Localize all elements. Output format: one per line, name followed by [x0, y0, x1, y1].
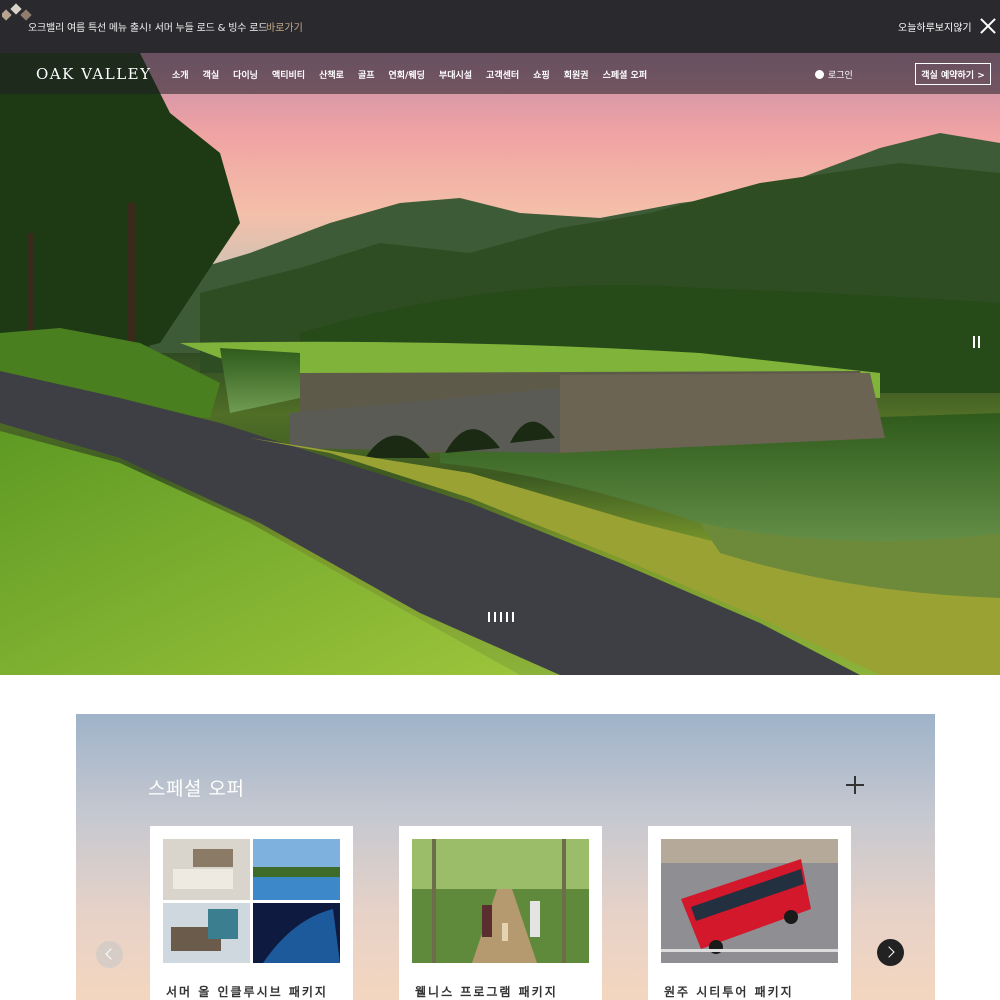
user-icon: [815, 70, 824, 79]
nav-item-dining[interactable]: 다이닝: [233, 68, 258, 81]
notice-message: 오크밸리 여름 특선 메뉴 출시! 서머 누들 로드 & 빙수 로드: [28, 23, 268, 34]
notice-bar: 오크밸리 여름 특선 메뉴 출시! 서머 누들 로드 & 빙수 로드 바로가기 …: [0, 0, 1000, 53]
offer-card-label: 웰니스 프로그램 패키지: [415, 985, 558, 999]
chevron-left-icon[interactable]: [96, 941, 123, 968]
nav-item-intro[interactable]: 소개: [172, 68, 189, 81]
plus-icon[interactable]: [846, 776, 864, 794]
hero-banner: [0, 53, 1000, 675]
close-icon[interactable]: [980, 18, 996, 34]
nav-item-membership[interactable]: 회원권: [564, 68, 589, 81]
section-title: 스페셜 오퍼: [148, 778, 245, 800]
hero-pager[interactable]: [488, 612, 514, 622]
offer-image: [661, 839, 838, 963]
offer-card-label: 서머 올 인클루시브 패키지: [166, 985, 328, 999]
brand-logo[interactable]: OAK VALLEY: [36, 65, 152, 83]
nav-item-facilities[interactable]: 부대시설: [439, 68, 472, 81]
nav-item-activity[interactable]: 액티비티: [272, 68, 305, 81]
pager-dot[interactable]: [512, 612, 514, 622]
nav-item-rooms[interactable]: 객실: [203, 68, 220, 81]
nav-item-special-offer[interactable]: 스페셜 오퍼: [603, 68, 648, 81]
offer-card[interactable]: 서머 올 인클루시브 패키지: [150, 826, 353, 1000]
notice-go-link[interactable]: 바로가기: [266, 19, 303, 34]
offer-image: [412, 839, 589, 963]
hide-today-button[interactable]: 오늘하루보지않기: [898, 19, 972, 34]
page: 오크밸리 여름 특선 메뉴 출시! 서머 누들 로드 & 빙수 로드 바로가기 …: [0, 0, 1000, 1000]
side-indicator-icon[interactable]: [973, 336, 980, 348]
nav-item-trail[interactable]: 산책로: [319, 68, 344, 81]
hero-image: [0, 53, 1000, 675]
nav-menu: 소개 객실 다이닝 액티비티 산책로 골프 연회/웨딩 부대시설 고객센터 쇼핑…: [172, 68, 661, 81]
nav-item-wedding[interactable]: 연회/웨딩: [389, 68, 425, 81]
offer-card-label: 원주 시티투어 패키지: [664, 985, 794, 999]
offer-image: [163, 839, 340, 963]
login-link[interactable]: 로그인: [815, 68, 853, 81]
offer-card[interactable]: 웰니스 프로그램 패키지: [399, 826, 602, 1000]
pager-dot[interactable]: [506, 612, 508, 622]
special-offers-section: 스페셜 오퍼 서머 올 인클루시브 패키지 웰니스 프로그램 패키지 원주 시티…: [76, 714, 935, 1000]
login-label: 로그인: [828, 71, 853, 81]
main-nav: OAK VALLEY 소개 객실 다이닝 액티비티 산책로 골프 연회/웨딩 부…: [0, 53, 1000, 94]
offer-card[interactable]: 원주 시티투어 패키지: [648, 826, 851, 1000]
pager-dot[interactable]: [500, 612, 502, 622]
nav-item-shopping[interactable]: 쇼핑: [533, 68, 550, 81]
pager-dot[interactable]: [494, 612, 496, 622]
nav-item-golf[interactable]: 골프: [358, 68, 375, 81]
chevron-right-icon[interactable]: [877, 939, 904, 966]
nav-item-support[interactable]: 고객센터: [486, 68, 519, 81]
pager-dot[interactable]: [488, 612, 490, 622]
reserve-room-button[interactable]: 객실 예약하기 >: [915, 63, 991, 85]
